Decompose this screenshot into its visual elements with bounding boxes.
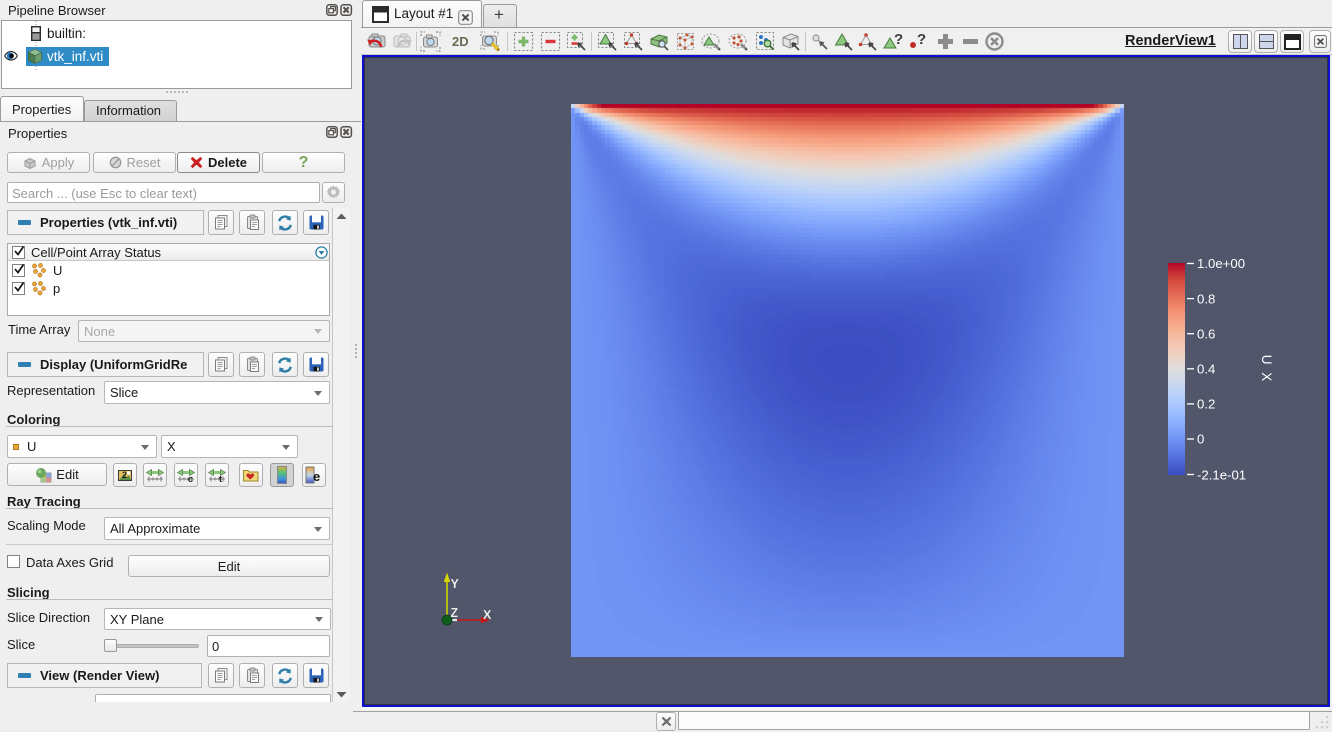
svg-text:1.0e+00: 1.0e+00 [1197,256,1245,271]
svg-text:Z: Z [451,606,459,620]
svg-text:Y: Y [451,577,460,591]
svg-text:-2.1e-01: -2.1e-01 [1197,468,1246,483]
svg-text:U X: U X [1259,355,1274,384]
svg-text:0.2: 0.2 [1197,397,1215,412]
svg-text:X: X [483,608,492,622]
svg-text:vtk_inf.vti: vtk_inf.vti [47,49,103,64]
svg-text:?: ? [894,31,903,48]
svg-text:c: c [188,474,193,484]
svg-text:builtin:: builtin: [47,26,86,41]
svg-text:0.8: 0.8 [1197,291,1215,306]
svg-text:e: e [313,469,320,484]
svg-text:0.4: 0.4 [1197,362,1215,377]
svg-text:t: t [219,474,222,484]
svg-text:0.6: 0.6 [1197,326,1215,341]
svg-text:?: ? [917,31,926,48]
svg-text:0: 0 [1197,432,1204,447]
svg-text:2: 2 [122,470,127,480]
